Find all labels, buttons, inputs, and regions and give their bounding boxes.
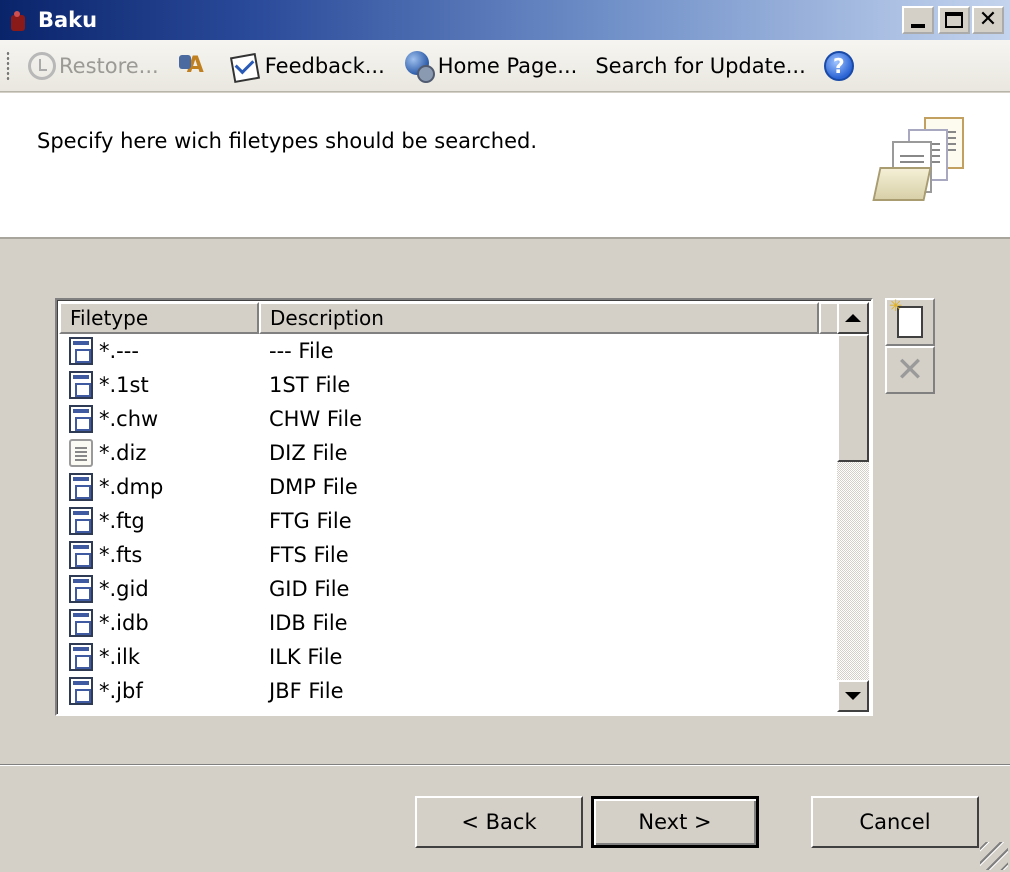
filetype-ext: *.chw — [99, 407, 159, 431]
executable-file-icon — [69, 541, 93, 569]
search-updates-label: Search for Update... — [595, 53, 806, 78]
documents-icon — [872, 115, 972, 207]
column-header-filetype[interactable]: Filetype — [59, 302, 259, 334]
list-item[interactable]: *.gid GID File — [59, 572, 839, 606]
column-header-description[interactable]: Description — [259, 302, 819, 334]
help-icon[interactable]: ? — [823, 50, 854, 81]
homepage-button[interactable]: Home Page... — [397, 46, 584, 86]
filetype-ext: *.--- — [99, 339, 139, 363]
new-document-icon — [889, 296, 923, 338]
filetype-ext: *.gid — [99, 577, 149, 601]
filetype-description: CHW File — [269, 407, 363, 431]
filetype-description: ILK File — [269, 645, 343, 669]
list-item[interactable]: *.diz DIZ File — [59, 436, 839, 470]
app-icon[interactable] — [8, 7, 30, 33]
add-filetype-button[interactable] — [885, 296, 935, 346]
filetype-ext: *.dmp — [99, 475, 164, 499]
bottom-separator — [0, 764, 1010, 766]
back-button[interactable]: < Back — [415, 796, 583, 848]
filetype-description: FTS File — [269, 543, 349, 567]
resize-grip[interactable] — [980, 842, 1008, 870]
title-bar[interactable]: Baku ✕ — [0, 0, 1010, 40]
cancel-button[interactable]: Cancel — [811, 796, 979, 848]
filetype-ext: *.ftg — [99, 509, 145, 533]
header-description: Specify here wich filetypes should be se… — [37, 129, 537, 153]
executable-file-icon — [69, 405, 93, 433]
feedback-label: Feedback... — [264, 53, 385, 78]
filetype-description: GID File — [269, 577, 350, 601]
list-item[interactable]: *.fts FTS File — [59, 538, 839, 572]
search-updates-button[interactable]: Search for Update... — [589, 46, 811, 86]
restore-label: Restore... — [59, 53, 159, 78]
toolbar: Restore... Feedback... Home Page... Sear… — [0, 40, 1010, 92]
delete-icon: ✕ — [895, 350, 925, 390]
list-rows: *.--- --- File *.1st 1ST File *.chw CHW Fil… — [59, 334, 839, 708]
scroll-thumb[interactable] — [837, 334, 869, 462]
minimize-icon — [911, 24, 925, 28]
filetype-description: DIZ File — [269, 441, 348, 465]
executable-file-icon — [69, 677, 93, 705]
toolbar-grip[interactable] — [6, 50, 10, 81]
executable-file-icon — [69, 609, 93, 637]
list-item[interactable]: *.--- --- File — [59, 334, 839, 368]
list-item[interactable]: *.1st 1ST File — [59, 368, 839, 402]
translate-button[interactable] — [171, 46, 218, 86]
list-item[interactable]: *.ftg FTG File — [59, 504, 839, 538]
executable-file-icon — [69, 507, 93, 535]
translate-icon — [177, 51, 209, 81]
filetype-ext: *.1st — [99, 373, 149, 397]
close-icon: ✕ — [978, 7, 998, 32]
arrow-down-icon — [845, 692, 861, 700]
arrow-up-icon — [845, 314, 861, 322]
notepad-file-icon — [69, 439, 93, 467]
minimize-button[interactable] — [902, 6, 934, 34]
filetype-ext: *.jbf — [99, 679, 143, 703]
filetype-description: JBF File — [269, 679, 344, 703]
next-button[interactable]: Next > — [591, 796, 759, 848]
window-controls: ✕ — [902, 6, 1004, 34]
vertical-scrollbar[interactable] — [837, 302, 869, 712]
filetype-description: --- File — [269, 339, 334, 363]
feedback-icon — [230, 51, 262, 81]
executable-file-icon — [69, 643, 93, 671]
homepage-label: Home Page... — [437, 53, 578, 78]
filetype-description: FTG File — [269, 509, 352, 533]
filetype-ext: *.fts — [99, 543, 143, 567]
executable-file-icon — [69, 371, 93, 399]
executable-file-icon — [69, 337, 93, 365]
maximize-icon — [945, 12, 963, 28]
executable-file-icon — [69, 575, 93, 603]
close-button[interactable]: ✕ — [972, 6, 1004, 34]
list-item[interactable]: *.dmp DMP File — [59, 470, 839, 504]
list-item[interactable]: *.chw CHW File — [59, 402, 839, 436]
restore-button[interactable]: Restore... — [22, 46, 165, 86]
filetype-list[interactable]: Filetype Description *.--- --- File *.1st… — [55, 298, 873, 716]
scroll-up-button[interactable] — [837, 302, 869, 334]
executable-file-icon — [69, 473, 93, 501]
feedback-button[interactable]: Feedback... — [224, 46, 391, 86]
filetype-description: IDB File — [269, 611, 348, 635]
maximize-button[interactable] — [938, 6, 970, 34]
filetype-description: DMP File — [269, 475, 358, 499]
header-panel: Specify here wich filetypes should be se… — [0, 93, 1010, 239]
window-title: Baku — [38, 8, 98, 32]
filetype-description: 1ST File — [269, 373, 351, 397]
filetype-ext: *.idb — [99, 611, 149, 635]
restore-icon — [28, 51, 56, 80]
list-item[interactable]: *.jbf JBF File — [59, 674, 839, 708]
list-header: Filetype Description — [59, 302, 841, 334]
globe-icon — [403, 50, 435, 83]
list-item[interactable]: *.idb IDB File — [59, 606, 839, 640]
scroll-down-button[interactable] — [837, 680, 869, 712]
filetype-ext: *.diz — [99, 441, 147, 465]
delete-filetype-button[interactable]: ✕ — [885, 346, 935, 394]
filetype-ext: *.ilk — [99, 645, 141, 669]
list-item[interactable]: *.ilk ILK File — [59, 640, 839, 674]
